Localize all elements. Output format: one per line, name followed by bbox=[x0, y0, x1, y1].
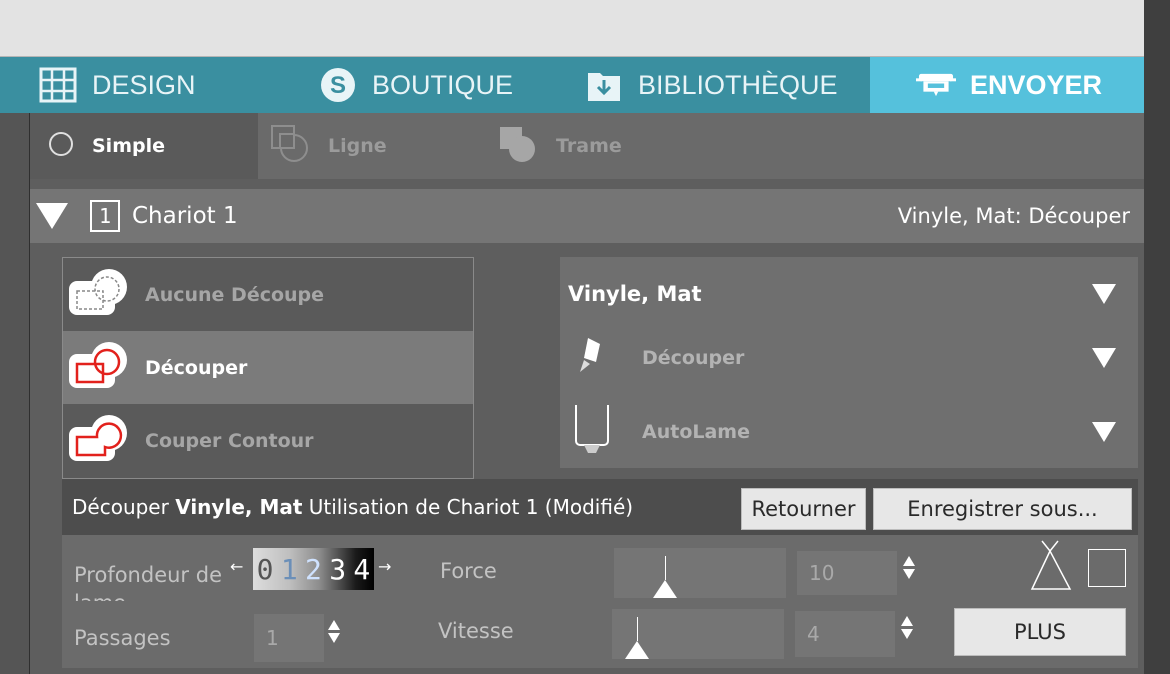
speed-stepper[interactable] bbox=[900, 613, 914, 653]
depth-digit: 1 bbox=[280, 552, 298, 586]
speed-label: Vitesse bbox=[438, 619, 514, 643]
blade-depth-dial[interactable]: 0 1 2 3 4 bbox=[253, 548, 374, 590]
radio-circle-icon bbox=[48, 131, 74, 162]
main-navigation: DESIGN S BOUTIQUE BIBLIOTHÈQUE ENVOYER bbox=[0, 57, 1144, 113]
info-material: Vinyle, Mat bbox=[175, 495, 303, 519]
tab-trame-label: Trame bbox=[556, 135, 622, 157]
window-edge bbox=[1144, 0, 1170, 674]
chevron-down-icon bbox=[1092, 348, 1116, 368]
cut-contour-icon bbox=[67, 413, 137, 469]
action-no-cut-label: Aucune Découpe bbox=[145, 283, 325, 306]
info-text: Découper Vinyle, Mat Utilisation de Char… bbox=[72, 495, 633, 519]
chevron-down-icon bbox=[1092, 422, 1116, 442]
action-cut-contour[interactable]: Couper Contour bbox=[63, 404, 473, 477]
depth-digit: 3 bbox=[329, 552, 347, 586]
passes-input[interactable]: 1 bbox=[254, 614, 324, 662]
tab-boutique-label: BOUTIQUE bbox=[372, 69, 514, 100]
tab-simple-label: Simple bbox=[92, 135, 165, 157]
depth-digit: 2 bbox=[305, 552, 322, 586]
autoblade-icon bbox=[572, 403, 612, 461]
cutter-icon bbox=[916, 65, 956, 105]
blade-triangle-icon[interactable] bbox=[1026, 539, 1076, 597]
depth-left-arrow-icon[interactable]: ← bbox=[230, 557, 243, 576]
checkbox[interactable] bbox=[1088, 549, 1126, 587]
carriage-label: Chariot 1 bbox=[132, 203, 238, 229]
left-gutter bbox=[0, 113, 30, 674]
material-dropdown-value: Vinyle, Mat bbox=[568, 282, 702, 306]
action-cut[interactable]: Découper bbox=[63, 331, 473, 404]
silhouette-s-icon: S bbox=[318, 65, 358, 105]
tab-envoyer-label: ENVOYER bbox=[970, 69, 1103, 100]
more-button[interactable]: PLUS bbox=[954, 608, 1126, 656]
tab-design-label: DESIGN bbox=[92, 69, 196, 100]
tab-trame[interactable]: Trame bbox=[498, 113, 738, 179]
speed-input[interactable]: 4 bbox=[795, 611, 895, 657]
download-box-icon bbox=[584, 65, 624, 105]
blade-icon bbox=[578, 336, 614, 380]
carriage-header[interactable]: 1 Chariot 1 Vinyle, Mat: Découper bbox=[30, 189, 1144, 243]
mode-tabs: Simple Ligne Trame bbox=[30, 113, 1144, 179]
force-slider-thumb[interactable] bbox=[653, 580, 677, 598]
depth-label: Profondeur de lame bbox=[74, 563, 222, 601]
tab-design[interactable]: DESIGN bbox=[0, 57, 290, 113]
carriage-number-badge: 1 bbox=[90, 200, 120, 232]
action-cut-contour-label: Couper Contour bbox=[145, 429, 314, 452]
tab-boutique[interactable]: S BOUTIQUE bbox=[290, 57, 580, 113]
speed-slider-thumb[interactable] bbox=[625, 641, 649, 659]
return-button[interactable]: Retourner bbox=[741, 488, 866, 530]
tab-ligne-label: Ligne bbox=[328, 135, 387, 157]
material-settings: Vinyle, Mat Découper AutoLame bbox=[560, 257, 1138, 468]
tab-simple[interactable]: Simple bbox=[30, 113, 258, 179]
save-as-button[interactable]: Enregistrer sous... bbox=[873, 488, 1132, 530]
info-prefix: Découper bbox=[72, 495, 176, 519]
info-suffix: Utilisation de Chariot 1 (Modifié) bbox=[302, 495, 634, 519]
speed-slider[interactable] bbox=[612, 609, 784, 659]
force-slider[interactable] bbox=[614, 548, 786, 598]
action-dropdown[interactable]: Découper bbox=[560, 325, 1138, 391]
tab-bibliotheque[interactable]: BIBLIOTHÈQUE bbox=[580, 57, 870, 113]
collapse-triangle-icon[interactable] bbox=[36, 203, 68, 229]
force-input[interactable]: 10 bbox=[797, 551, 897, 595]
tab-envoyer[interactable]: ENVOYER bbox=[870, 57, 1144, 113]
overlapping-squares-icon bbox=[270, 124, 310, 169]
cut-action-list: Aucune Découpe Découper Couper Contour bbox=[62, 257, 474, 479]
force-slider-thumb-line bbox=[665, 556, 666, 580]
force-stepper[interactable] bbox=[902, 553, 916, 593]
chevron-down-icon bbox=[1092, 284, 1116, 304]
action-dropdown-value: Découper bbox=[642, 347, 745, 369]
depth-digit: 4 bbox=[353, 552, 371, 586]
svg-text:S: S bbox=[330, 72, 346, 99]
passes-label: Passages bbox=[74, 626, 171, 650]
tab-ligne[interactable]: Ligne bbox=[270, 113, 490, 179]
tool-dropdown[interactable]: AutoLame bbox=[560, 399, 1138, 465]
action-no-cut[interactable]: Aucune Découpe bbox=[63, 258, 473, 331]
action-cut-label: Découper bbox=[145, 356, 248, 379]
depth-digit: 0 bbox=[256, 552, 274, 586]
tool-dropdown-value: AutoLame bbox=[642, 421, 750, 443]
speed-slider-thumb-line bbox=[637, 617, 638, 641]
material-dropdown[interactable]: Vinyle, Mat bbox=[560, 261, 1138, 327]
passes-stepper[interactable] bbox=[327, 617, 341, 657]
carriage-summary: Vinyle, Mat: Découper bbox=[897, 204, 1130, 228]
depth-right-arrow-icon[interactable]: → bbox=[378, 557, 391, 576]
force-label: Force bbox=[440, 559, 497, 583]
grid-icon bbox=[38, 65, 78, 105]
tab-bibliotheque-label: BIBLIOTHÈQUE bbox=[638, 69, 838, 100]
cut-icon bbox=[67, 340, 137, 396]
cut-parameters: Profondeur de lame ← 0 1 2 3 4 → Force 1… bbox=[62, 535, 1138, 668]
no-cut-icon bbox=[67, 267, 137, 323]
window-title-bar bbox=[0, 0, 1170, 57]
square-circle-icon bbox=[498, 125, 538, 168]
